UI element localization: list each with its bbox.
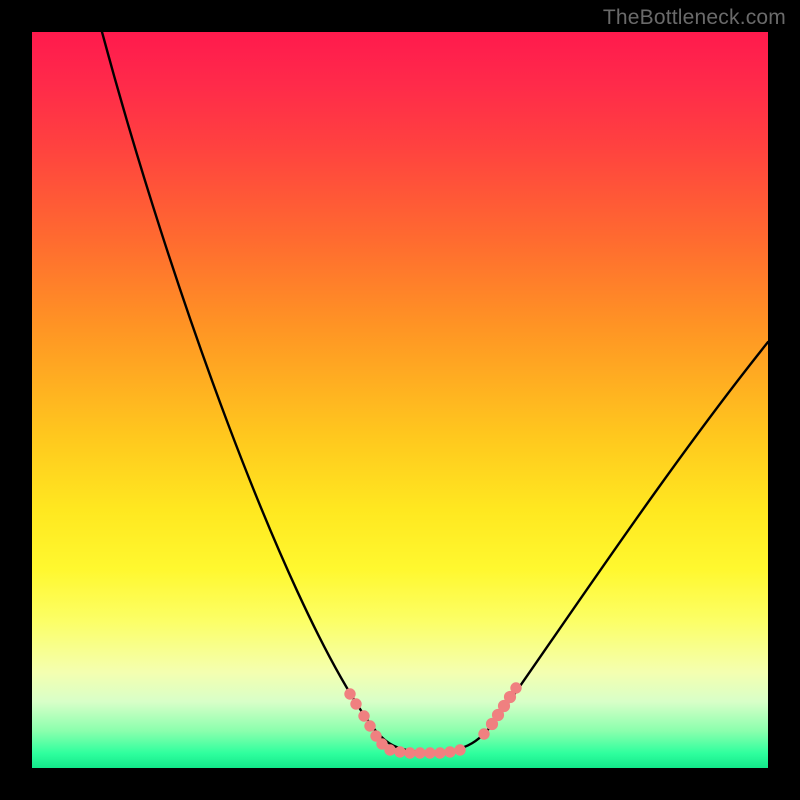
chart-frame: TheBottleneck.com xyxy=(0,0,800,800)
plot-area xyxy=(32,32,768,768)
bottleneck-curve xyxy=(32,32,768,768)
watermark-text: TheBottleneck.com xyxy=(603,6,786,30)
